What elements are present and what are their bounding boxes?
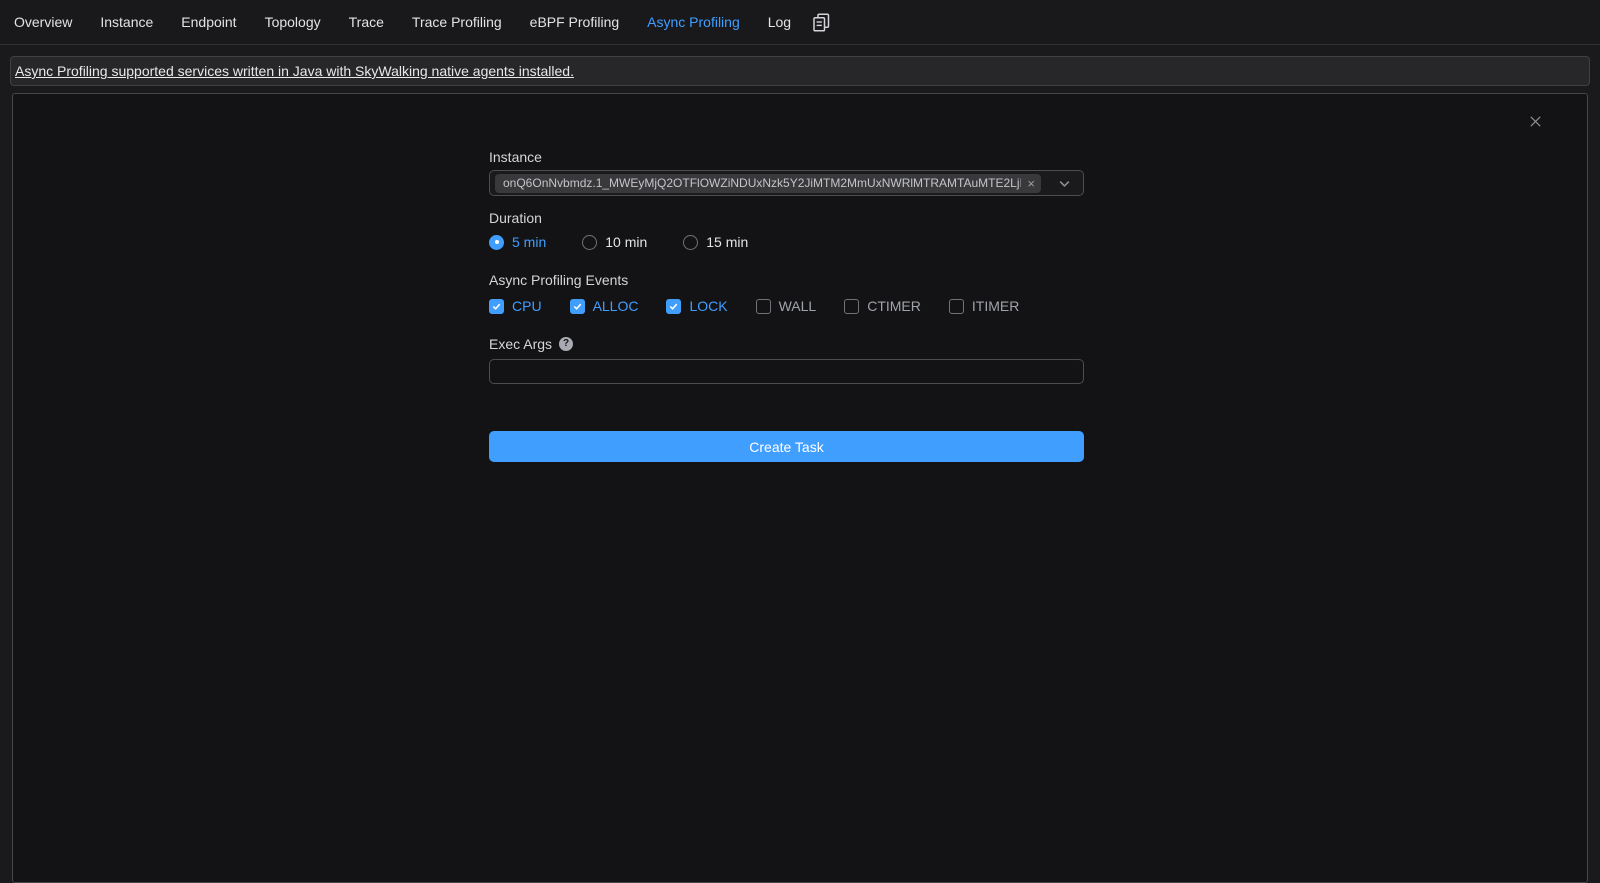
radio-15min[interactable]: 15 min — [683, 234, 748, 250]
duration-radio-group: 5 min 10 min 15 min — [489, 234, 1084, 250]
top-navbar: Overview Instance Endpoint Topology Trac… — [0, 0, 1600, 45]
checkbox-unchecked-icon — [949, 299, 964, 314]
radio-label: 10 min — [605, 234, 647, 250]
radio-label: 15 min — [706, 234, 748, 250]
checkbox-label: CTIMER — [867, 298, 921, 314]
checkbox-itimer[interactable]: ITIMER — [949, 298, 1019, 314]
checkbox-checked-icon — [666, 299, 681, 314]
checkbox-unchecked-icon — [756, 299, 771, 314]
document-copy-icon[interactable] — [813, 13, 830, 32]
tag-remove-icon[interactable]: × — [1027, 177, 1035, 190]
checkbox-checked-icon — [570, 299, 585, 314]
tab-async-profiling[interactable]: Async Profiling — [647, 14, 740, 30]
radio-10min[interactable]: 10 min — [582, 234, 647, 250]
tab-log[interactable]: Log — [768, 14, 791, 30]
events-checkbox-group: CPU ALLOC LOCK WALL CTIMER — [489, 298, 1084, 314]
checkbox-alloc[interactable]: ALLOC — [570, 298, 639, 314]
tab-endpoint[interactable]: Endpoint — [181, 14, 236, 30]
instance-selected-tag: onQ6OnNvbmdz.1_MWEyMjQ2OTFlOWZiNDUxNzk5Y… — [495, 174, 1041, 193]
tab-trace-profiling[interactable]: Trace Profiling — [412, 14, 502, 30]
checkbox-ctimer[interactable]: CTIMER — [844, 298, 921, 314]
duration-label: Duration — [489, 208, 1084, 228]
radio-5min[interactable]: 5 min — [489, 234, 546, 250]
exec-args-input[interactable] — [489, 359, 1084, 384]
checkbox-unchecked-icon — [844, 299, 859, 314]
checkbox-label: ITIMER — [972, 298, 1019, 314]
banner-link[interactable]: Async Profiling supported services writt… — [15, 63, 574, 79]
checkbox-label: CPU — [512, 298, 542, 314]
radio-unselected-icon — [683, 235, 698, 250]
tab-instance[interactable]: Instance — [100, 14, 153, 30]
radio-label: 5 min — [512, 234, 546, 250]
instance-label: Instance — [489, 147, 1084, 167]
info-banner: Async Profiling supported services writt… — [10, 56, 1590, 86]
tab-ebpf-profiling[interactable]: eBPF Profiling — [530, 14, 619, 30]
create-task-form: Instance onQ6OnNvbmdz.1_MWEyMjQ2OTFlOWZi… — [489, 147, 1084, 462]
exec-args-label-row: Exec Args ? — [489, 334, 1084, 354]
help-icon[interactable]: ? — [559, 337, 573, 351]
radio-selected-icon — [489, 235, 504, 250]
checkbox-lock[interactable]: LOCK — [666, 298, 727, 314]
tab-topology[interactable]: Topology — [265, 14, 321, 30]
instance-select[interactable]: onQ6OnNvbmdz.1_MWEyMjQ2OTFlOWZiNDUxNzk5Y… — [489, 170, 1084, 196]
instance-tag-text: onQ6OnNvbmdz.1_MWEyMjQ2OTFlOWZiNDUxNzk5Y… — [503, 176, 1021, 190]
events-label: Async Profiling Events — [489, 270, 1084, 290]
tab-overview[interactable]: Overview — [14, 14, 72, 30]
close-icon[interactable] — [1527, 113, 1543, 129]
checkbox-wall[interactable]: WALL — [756, 298, 817, 314]
checkbox-cpu[interactable]: CPU — [489, 298, 542, 314]
checkbox-label: WALL — [779, 298, 817, 314]
checkbox-label: LOCK — [689, 298, 727, 314]
create-task-panel: Instance onQ6OnNvbmdz.1_MWEyMjQ2OTFlOWZi… — [12, 93, 1588, 883]
checkbox-label: ALLOC — [593, 298, 639, 314]
chevron-down-icon — [1058, 177, 1071, 190]
create-task-button[interactable]: Create Task — [489, 431, 1084, 462]
exec-args-label: Exec Args — [489, 334, 552, 354]
radio-unselected-icon — [582, 235, 597, 250]
checkbox-checked-icon — [489, 299, 504, 314]
tab-trace[interactable]: Trace — [349, 14, 384, 30]
